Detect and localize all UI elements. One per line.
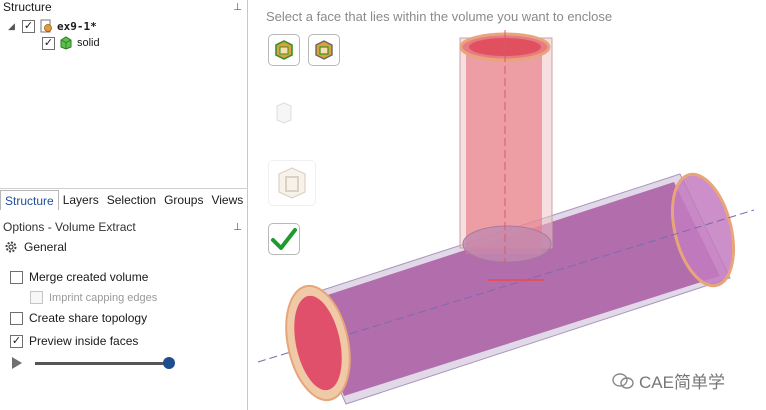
branch-pipe-outer-body [459,37,553,249]
options-panel-header: Options - Volume Extract ⊥ [0,219,248,235]
solid-body-icon [60,36,72,50]
solid-node-label: solid [77,37,100,49]
structure-panel-header: Structure ⊥ [0,0,248,14]
general-section-header[interactable]: General [4,240,67,254]
branch-top-inner [469,38,541,56]
create-volume-tool-button[interactable] [268,160,316,206]
option-preview-inside-faces[interactable]: Preview inside faces [10,334,138,348]
tab-layers[interactable]: Layers [59,190,103,210]
branch-top-opening [459,32,551,62]
tab-groups[interactable]: Groups [160,190,207,210]
share-topology-checkbox[interactable] [10,311,23,325]
preview-slider-thumb[interactable] [163,357,175,369]
watermark: CAE简单学 [612,368,725,393]
structure-panel-title: Structure [3,0,52,14]
imprint-edges-checkbox [30,291,43,304]
tree-root-row[interactable]: ◢ ex9-1* [8,18,97,34]
select-face-tool-button[interactable] [268,34,300,66]
option-create-share-topology[interactable]: Create share topology [10,311,147,325]
main-pipe-near-end-opening [294,295,342,391]
extract-volume-icon [278,167,306,199]
main-pipe-inner-body [306,182,720,396]
merge-volume-checkbox[interactable] [10,270,23,284]
tree-child-row[interactable]: solid [42,35,100,51]
option-label: Merge created volume [29,270,149,284]
preview-volume-tool-button[interactable] [268,97,300,129]
tool-prompt: Select a face that lies within the volum… [266,9,613,24]
volume-preview-icon [276,102,292,124]
wechat-icon [612,372,634,389]
tab-views[interactable]: Views [207,190,247,210]
panel-tabs: Structure Layers Selection Groups Views [0,188,248,210]
root-node-label: ex9-1* [57,19,97,33]
select-edges-tool-button[interactable] [308,34,340,66]
main-pipe-far-end [671,172,735,288]
general-section-label: General [24,240,67,254]
collapse-arrow-icon[interactable]: ◢ [8,21,18,32]
left-panel: Structure ⊥ ◢ ex9-1* solid Structure Lay… [0,0,248,410]
design-file-icon [40,19,52,33]
pin-icon[interactable]: ⊥ [233,2,242,13]
option-imprint-capping-edges: Imprint capping edges [30,291,157,304]
options-panel-title: Options - Volume Extract [3,220,136,234]
option-label: Preview inside faces [29,334,139,348]
solid-visibility-checkbox[interactable] [42,36,55,50]
preview-slider-track[interactable] [35,362,169,365]
complete-button[interactable] [268,223,300,255]
root-visibility-checkbox[interactable] [22,19,35,33]
3d-viewport[interactable]: Select a face that lies within the volum… [256,0,766,410]
pin-icon[interactable]: ⊥ [233,222,242,233]
cube-green-icon [275,40,293,60]
gear-icon [5,241,17,253]
main-pipe-axis-line [257,209,755,363]
option-merge-created-volume[interactable]: Merge created volume [10,270,148,284]
branch-intersection [462,225,552,263]
preview-faces-checkbox[interactable] [10,334,23,348]
play-icon[interactable] [12,357,22,369]
tab-structure[interactable]: Structure [0,189,59,210]
option-label: Imprint capping edges [49,291,158,304]
branch-pipe-inner-body [466,44,542,254]
option-label: Create share topology [29,311,148,325]
tab-selection[interactable]: Selection [103,190,160,210]
watermark-text: CAE简单学 [639,373,725,392]
cube-edges-icon [315,40,333,60]
checkmark-icon [271,228,297,250]
main-pipe-near-end-rim [285,284,351,402]
